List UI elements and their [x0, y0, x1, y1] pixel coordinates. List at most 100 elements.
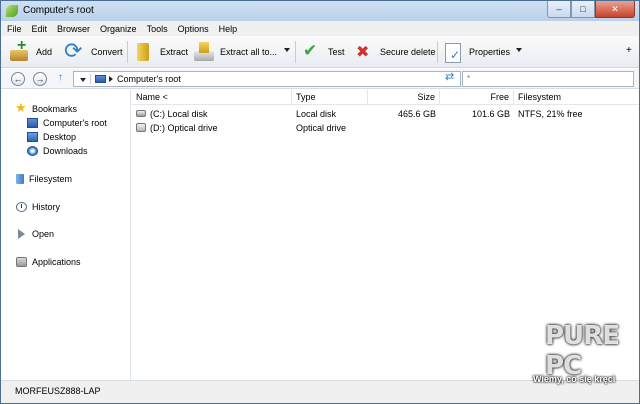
secure-delete-button[interactable]: Secure delete [353, 39, 436, 65]
extract-all-dropdown-icon[interactable] [284, 48, 290, 52]
window-controls: – □ ✕ [547, 1, 635, 19]
row-size: 465.6 GB [397, 109, 436, 119]
sidebar: Bookmarks Computer's root Desktop Downlo… [1, 90, 131, 380]
convert-button[interactable]: Convert [64, 38, 123, 65]
window-title: Computer's root [23, 5, 94, 16]
sidebar-item-label: Downloads [43, 145, 88, 156]
properties-dropdown-icon[interactable] [516, 48, 522, 52]
menu-organize[interactable]: Organize [100, 24, 137, 34]
breadcrumb-arrow-icon[interactable] [109, 76, 113, 82]
sidebar-item-label: Filesystem [29, 173, 73, 184]
breadcrumb-path[interactable]: Computer's root [117, 74, 181, 84]
extract-label: Extract [160, 47, 189, 57]
row-filesystem: NTFS, 21% free [518, 109, 583, 119]
star-icon [15, 101, 27, 116]
back-button[interactable]: ← [11, 72, 25, 86]
menu-file[interactable]: File [7, 24, 22, 34]
sidebar-item-label: History [32, 201, 61, 212]
computer-icon [27, 117, 38, 128]
watermark-tagline: Wiemy, co się kręci [533, 374, 616, 384]
add-button[interactable]: Add [9, 37, 53, 65]
sidebar-item-label: Applications [32, 256, 81, 267]
toolbar: Add Convert Extract Extract all to... Te… [1, 36, 639, 68]
minimize-button[interactable]: – [547, 1, 571, 18]
peazip-logo-icon [6, 5, 18, 17]
downloads-icon [27, 145, 38, 156]
row-type: Optical drive [296, 123, 347, 133]
history-dropdown-icon[interactable] [80, 78, 86, 82]
menu-browser[interactable]: Browser [57, 24, 90, 34]
column-header-name[interactable]: Name < [132, 90, 292, 104]
sidebar-item-label: Computer's root [43, 117, 107, 128]
clock-icon [16, 201, 27, 212]
test-label: Test [328, 47, 345, 57]
menu-tools[interactable]: Tools [147, 24, 168, 34]
purepc-logo: PURE PC [545, 321, 620, 381]
extract-icon [133, 41, 155, 63]
computer-icon [95, 75, 106, 83]
watermark: PURE PC Wiemy, co się kręci [533, 321, 637, 393]
secure-delete-label: Secure delete [380, 47, 436, 57]
sidebar-item-computers-root[interactable]: Computer's root [27, 116, 107, 129]
sidebar-item-desktop[interactable]: Desktop [27, 130, 76, 143]
computer-name: MORFEUSZ888-LAP [15, 386, 101, 396]
forward-button[interactable]: → [33, 72, 47, 86]
menu-options[interactable]: Options [178, 24, 209, 34]
add-label: Add [36, 47, 53, 57]
sidebar-item-applications[interactable]: Applications [16, 255, 81, 268]
app-window: Computer's root – □ ✕ File Edit Browser … [0, 0, 640, 404]
extract-button[interactable]: Extract [133, 39, 188, 65]
extract-all-button[interactable]: Extract all to... [193, 39, 277, 65]
convert-label: Convert [91, 47, 123, 57]
column-header-free[interactable]: Free [440, 90, 514, 104]
path-field[interactable]: Computer's root [73, 71, 461, 87]
row-free: 101.6 GB [471, 109, 510, 119]
properties-icon [442, 41, 464, 63]
hard-disk-icon [136, 110, 146, 117]
filesystem-icon [16, 173, 24, 184]
table-row[interactable]: (C:) Local disk Local disk 465.6 GB 101.… [132, 107, 639, 121]
desktop-icon [27, 131, 38, 142]
up-button[interactable]: ↑ [58, 72, 63, 83]
header-divider [132, 104, 639, 105]
filter-input[interactable]: * [462, 71, 634, 87]
test-button[interactable]: Test [301, 39, 345, 65]
menu-edit[interactable]: Edit [32, 24, 48, 34]
menu-help[interactable]: Help [219, 24, 238, 34]
convert-icon [64, 38, 86, 64]
sidebar-item-downloads[interactable]: Downloads [27, 144, 88, 157]
toolbar-separator [437, 41, 438, 63]
applications-icon [16, 256, 27, 267]
sidebar-item-history[interactable]: History [16, 200, 60, 213]
menu-bar: File Edit Browser Organize Tools Options… [1, 21, 639, 36]
add-archive-icon [9, 37, 31, 63]
filter-value: * [467, 74, 471, 83]
close-button[interactable]: ✕ [595, 1, 635, 18]
sidebar-item-filesystem[interactable]: Filesystem [16, 172, 72, 185]
sidebar-item-label: Bookmarks [32, 103, 78, 114]
checkmark-icon [301, 41, 323, 63]
row-name: (C:) Local disk [150, 109, 208, 119]
sidebar-item-label: Open [32, 228, 55, 239]
properties-button[interactable]: Properties [442, 39, 510, 65]
column-header-filesystem[interactable]: Filesystem [514, 90, 608, 104]
refresh-icon[interactable]: ⇄ [445, 70, 454, 83]
sidebar-item-open[interactable]: Open [16, 227, 54, 240]
sidebar-item-label: Desktop [43, 131, 77, 142]
row-free [440, 121, 510, 135]
title-bar: Computer's root – □ ✕ [1, 1, 639, 21]
delete-x-icon [353, 41, 375, 63]
maximize-button[interactable]: □ [571, 1, 595, 18]
optical-drive-icon [136, 123, 146, 132]
table-row[interactable]: (D:) Optical drive Optical drive [132, 121, 639, 135]
toolbar-more-button[interactable]: + [626, 45, 632, 56]
properties-label: Properties [469, 47, 511, 57]
row-name: (D:) Optical drive [150, 123, 218, 133]
column-header-type[interactable]: Type [292, 90, 368, 104]
extract-all-label: Extract all to... [220, 47, 278, 57]
column-header-size[interactable]: Size [368, 90, 440, 104]
sidebar-item-bookmarks[interactable]: Bookmarks [15, 101, 78, 116]
row-type: Local disk [296, 109, 337, 119]
play-arrow-icon [16, 228, 27, 239]
toolbar-separator [127, 41, 128, 63]
